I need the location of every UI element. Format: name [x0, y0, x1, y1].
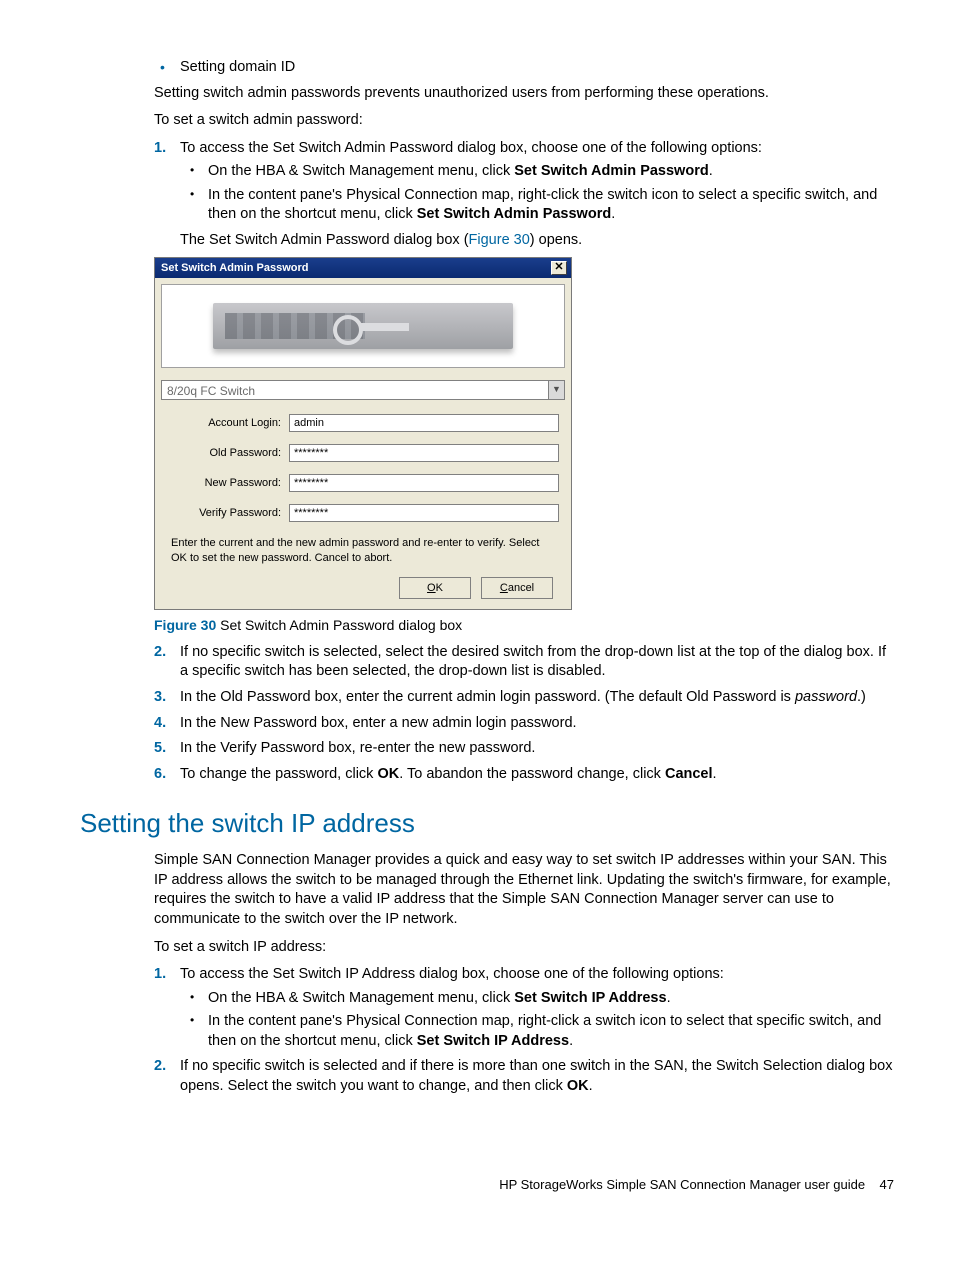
figure-link[interactable]: Figure 30	[469, 232, 530, 248]
text: Set Switch Admin Password dialog box	[216, 617, 462, 633]
text: On the HBA & Switch Management menu, cli…	[208, 990, 514, 1006]
label-verify-password: Verify Password:	[167, 506, 289, 521]
steps-list: To access the Set Switch Admin Password …	[154, 139, 894, 251]
cancel-button[interactable]: Cancel	[481, 577, 553, 599]
dialog-titlebar: Set Switch Admin Password ✕	[155, 258, 571, 279]
text: In the Old Password box, enter the curre…	[180, 689, 795, 705]
label-new-password: New Password:	[167, 476, 289, 491]
key-icon	[333, 309, 413, 343]
new-password-input[interactable]	[289, 474, 559, 492]
paragraph: Setting switch admin passwords prevents …	[154, 84, 894, 104]
label-account-login: Account Login:	[167, 416, 289, 431]
step-item: In the Verify Password box, re-enter the…	[154, 739, 894, 759]
text: In the New Password box, enter a new adm…	[180, 715, 577, 731]
step-item: To access the Set Switch IP Address dial…	[154, 965, 894, 1051]
text: .	[713, 766, 717, 782]
text: Setting domain ID	[180, 59, 295, 75]
text: .	[569, 1033, 573, 1049]
text: To change the password, click	[180, 766, 377, 782]
page-number: 47	[880, 1177, 894, 1192]
text: .)	[857, 689, 866, 705]
switch-image	[213, 303, 513, 349]
text: . To abandon the password change, click	[399, 766, 665, 782]
label-old-password: Old Password:	[167, 446, 289, 461]
button-name: OK	[567, 1078, 589, 1094]
text: .	[667, 990, 671, 1006]
page-footer: HP StorageWorks Simple SAN Connection Ma…	[80, 1176, 894, 1194]
bullet-item: Setting domain ID	[154, 58, 894, 78]
menu-name: Set Switch IP Address	[514, 990, 666, 1006]
sub-bullet: On the HBA & Switch Management menu, cli…	[186, 989, 894, 1009]
ok-button[interactable]: OK	[399, 577, 471, 599]
paragraph: To set a switch IP address:	[154, 938, 894, 958]
text: If no specific switch is selected and if…	[180, 1058, 892, 1094]
step-item: To access the Set Switch Admin Password …	[154, 139, 894, 251]
text: ancel	[508, 582, 534, 594]
dialog-instructions: Enter the current and the new admin pass…	[167, 534, 559, 575]
dialog-title: Set Switch Admin Password	[161, 261, 309, 276]
verify-password-input[interactable]	[289, 504, 559, 522]
bullet-list: Setting domain ID	[154, 58, 894, 78]
text: .	[589, 1078, 593, 1094]
text: K	[436, 582, 443, 594]
old-password-input[interactable]	[289, 444, 559, 462]
paragraph: Simple SAN Connection Manager provides a…	[154, 851, 894, 929]
text: .	[611, 206, 615, 222]
text: In the Verify Password box, re-enter the…	[180, 740, 535, 756]
text: The Set Switch Admin Password dialog box…	[180, 232, 469, 248]
text: To access the Set Switch Admin Password …	[180, 140, 762, 156]
step-item: In the New Password box, enter a new adm…	[154, 714, 894, 734]
sub-bullet: On the HBA & Switch Management menu, cli…	[186, 162, 894, 182]
step-item: If no specific switch is selected and if…	[154, 1057, 894, 1096]
steps-list-ip: To access the Set Switch IP Address dial…	[154, 965, 894, 1096]
text: C	[500, 582, 508, 594]
step-item: In the Old Password box, enter the curre…	[154, 688, 894, 708]
chevron-down-icon[interactable]: ▼	[548, 381, 564, 399]
close-icon[interactable]: ✕	[551, 261, 567, 275]
text: O	[427, 582, 436, 594]
text: If no specific switch is selected, selec…	[180, 644, 886, 680]
text: On the HBA & Switch Management menu, cli…	[208, 163, 514, 179]
button-name: Cancel	[665, 766, 713, 782]
step-item: To change the password, click OK. To aba…	[154, 765, 894, 785]
steps-list-cont: If no specific switch is selected, selec…	[154, 643, 894, 784]
dialog-set-switch-admin-password: Set Switch Admin Password ✕ 8/20q FC Swi…	[154, 257, 572, 610]
menu-name: Set Switch Admin Password	[514, 163, 708, 179]
section-heading: Setting the switch IP address	[80, 806, 894, 841]
step-item: If no specific switch is selected, selec…	[154, 643, 894, 682]
text: ) opens.	[530, 232, 582, 248]
button-name: OK	[377, 766, 399, 782]
sub-bullet: In the content pane's Physical Connectio…	[186, 1012, 894, 1051]
menu-name: Set Switch Admin Password	[417, 206, 611, 222]
paragraph: To set a switch admin password:	[154, 111, 894, 131]
text: .	[709, 163, 713, 179]
account-login-input[interactable]	[289, 414, 559, 432]
text: The Set Switch Admin Password dialog box…	[180, 231, 894, 251]
menu-name: Set Switch IP Address	[417, 1033, 569, 1049]
dropdown-value: 8/20q FC Switch	[162, 381, 548, 399]
footer-text: HP StorageWorks Simple SAN Connection Ma…	[499, 1177, 865, 1192]
dialog-graphic	[161, 284, 565, 368]
figure-caption: Figure 30 Set Switch Admin Password dial…	[154, 616, 894, 635]
text: To access the Set Switch IP Address dial…	[180, 966, 724, 982]
text-italic: password	[795, 689, 857, 705]
switch-dropdown[interactable]: 8/20q FC Switch ▼	[161, 380, 565, 400]
figure-label: Figure 30	[154, 617, 216, 633]
sub-bullet: In the content pane's Physical Connectio…	[186, 186, 894, 225]
